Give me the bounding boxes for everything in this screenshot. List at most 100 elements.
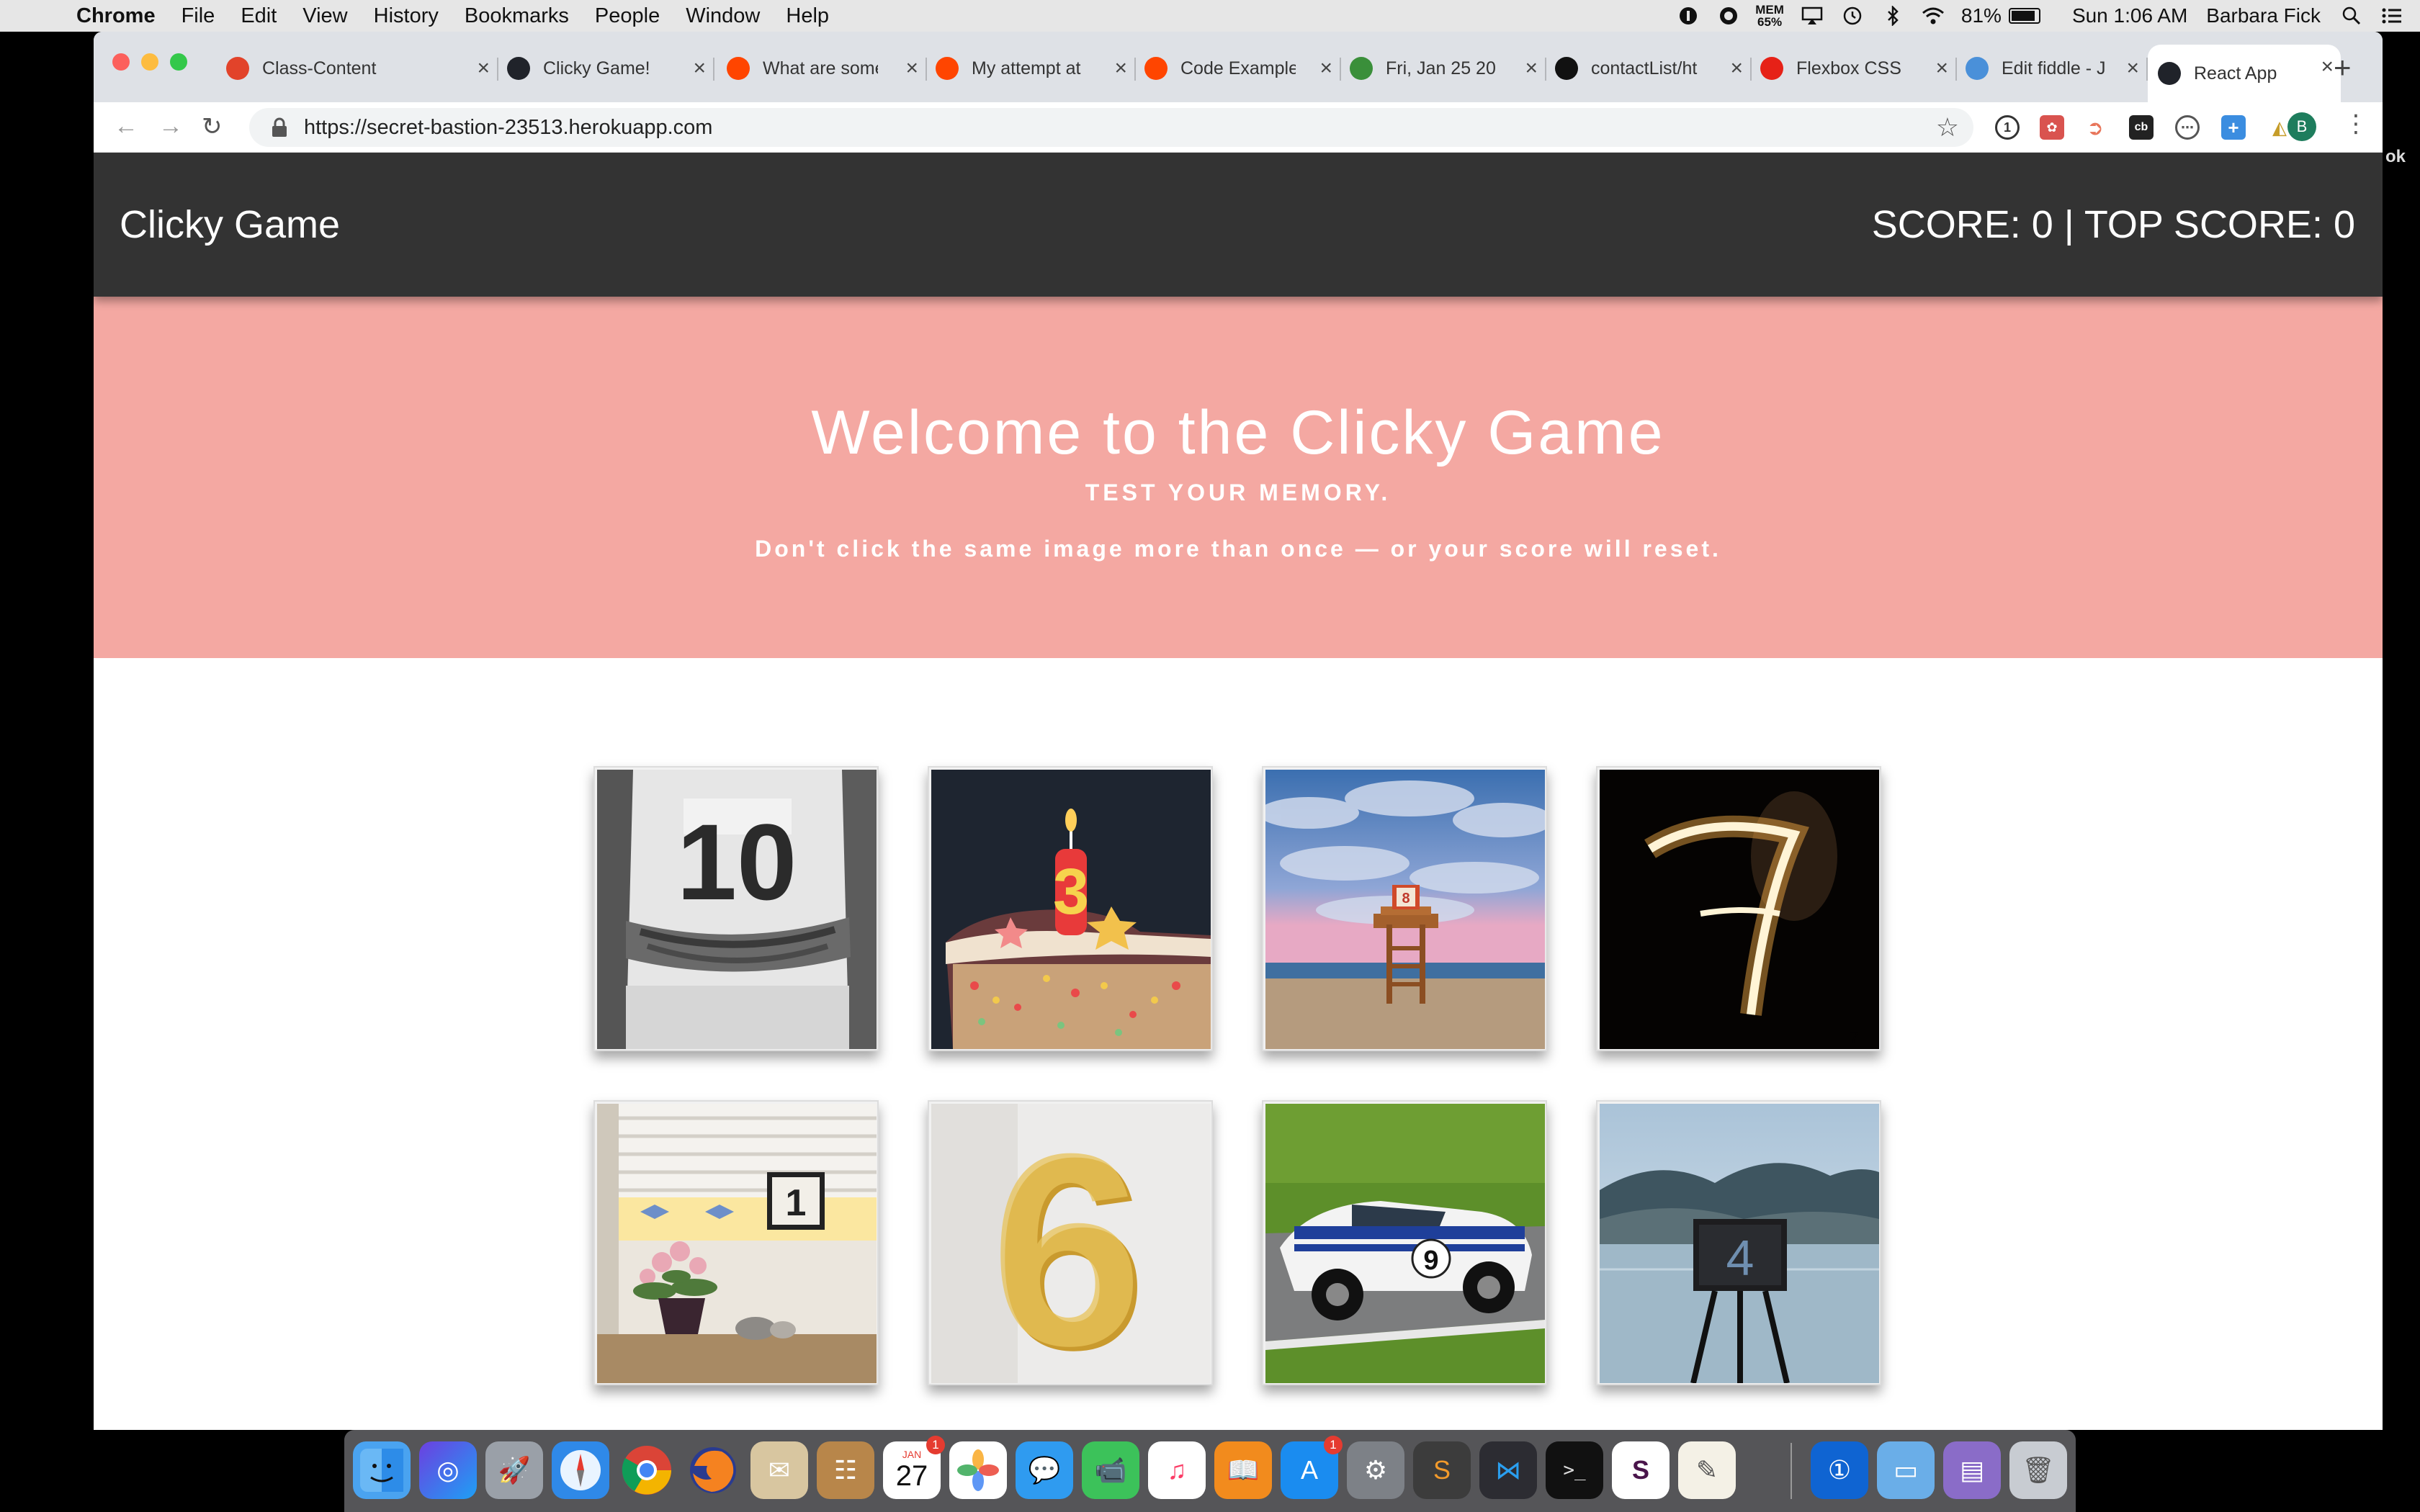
chrome-icon[interactable]: [618, 1441, 676, 1499]
memory-monitor[interactable]: MEM 65%: [1755, 4, 1784, 28]
close-tab-icon[interactable]: ×: [1525, 56, 1538, 81]
onepassword-status-icon[interactable]: [1676, 5, 1700, 27]
red-extension-icon[interactable]: ✿: [2040, 115, 2064, 140]
menu-file[interactable]: File: [182, 4, 215, 28]
menu-app-chrome[interactable]: Chrome: [76, 4, 156, 28]
cast-extension-icon[interactable]: ➲: [2083, 115, 2107, 140]
tab-8[interactable]: Flexbox CSS ×: [1750, 46, 1957, 91]
safari-compass-icon[interactable]: [552, 1441, 609, 1499]
tab-1[interactable]: Class-Content ×: [216, 46, 498, 91]
contacts-book-icon[interactable]: ☷: [817, 1441, 874, 1499]
close-tab-icon[interactable]: ×: [2321, 55, 2334, 79]
close-tab-icon[interactable]: ×: [1319, 56, 1332, 81]
photos-icon[interactable]: [949, 1441, 1007, 1499]
battery-icon[interactable]: [2008, 8, 2040, 24]
menu-window[interactable]: Window: [686, 4, 760, 28]
close-tab-icon[interactable]: ×: [1114, 56, 1127, 81]
launchpad-rocket-icon[interactable]: 🚀: [485, 1441, 543, 1499]
time-machine-icon[interactable]: [1840, 5, 1865, 27]
tab-3[interactable]: What are some ×: [717, 46, 927, 91]
facetime-icon[interactable]: 📹: [1082, 1441, 1139, 1499]
battery-percentage[interactable]: 81%: [1961, 4, 2002, 27]
zoom-window-button[interactable]: [170, 53, 187, 71]
new-tab-button[interactable]: +: [2334, 50, 2352, 85]
cb-extension-icon[interactable]: cb: [2129, 115, 2154, 140]
system-preferences-gear-icon[interactable]: ⚙: [1347, 1441, 1404, 1499]
downloads-stack-icon[interactable]: ▤: [1943, 1441, 2001, 1499]
onepassword-icon[interactable]: ①: [1811, 1441, 1868, 1499]
plus-extension-icon[interactable]: +: [2221, 115, 2246, 140]
vscode-icon[interactable]: ⋈: [1479, 1441, 1537, 1499]
menu-view[interactable]: View: [302, 4, 347, 28]
bluetooth-icon[interactable]: [1881, 5, 1905, 27]
books-icon[interactable]: 📖: [1214, 1441, 1272, 1499]
menu-help[interactable]: Help: [786, 4, 829, 28]
firefox-icon[interactable]: [684, 1441, 742, 1499]
messages-icon[interactable]: 💬: [1016, 1441, 1073, 1499]
siri-icon[interactable]: ◎: [419, 1441, 477, 1499]
terminal-icon[interactable]: >_: [1546, 1441, 1603, 1499]
jersey-10-image: 10: [597, 770, 877, 1049]
card-racecar-9[interactable]: 9: [1262, 1100, 1547, 1385]
close-tab-icon[interactable]: ×: [693, 56, 706, 81]
tab-4[interactable]: My attempt at ×: [926, 46, 1136, 91]
macos-menu-bar: Chrome File Edit View History Bookmarks …: [0, 0, 2420, 32]
sublime-text-icon[interactable]: S: [1413, 1441, 1471, 1499]
user-name[interactable]: Barbara Fick: [2206, 4, 2321, 27]
calendar-badge: 1: [926, 1436, 945, 1454]
reload-icon[interactable]: ↻: [202, 112, 223, 141]
spotlight-search-icon[interactable]: [2339, 5, 2364, 27]
app-store-icon[interactable]: A1: [1281, 1436, 1343, 1499]
url-text[interactable]: https://secret-bastion-23513.herokuapp.c…: [304, 116, 712, 140]
close-window-button[interactable]: [112, 53, 130, 71]
bookmark-star-icon[interactable]: ☆: [1936, 112, 1959, 143]
mail-stamp-icon[interactable]: ✉: [750, 1441, 808, 1499]
close-tab-icon[interactable]: ×: [477, 56, 490, 81]
chrome-menu-icon[interactable]: ⋮: [2344, 109, 2368, 138]
airplay-icon[interactable]: [1800, 5, 1824, 27]
focus-status-icon[interactable]: [1716, 5, 1741, 27]
tab-2[interactable]: Clicky Game! ×: [497, 46, 714, 91]
tab-10[interactable]: React App ×: [2148, 45, 2341, 102]
trash-icon[interactable]: 🗑: [2009, 1441, 2067, 1499]
minimize-window-button[interactable]: [141, 53, 158, 71]
notification-center-icon[interactable]: [2380, 5, 2404, 27]
onepassword-extension-icon[interactable]: 1: [1995, 115, 2020, 140]
clock[interactable]: Sun 1:06 AM: [2072, 4, 2187, 27]
card-lifeguard-8[interactable]: 8: [1262, 766, 1547, 1051]
card-lake-4[interactable]: 4: [1596, 1100, 1881, 1385]
app-store-badge: 1: [1324, 1436, 1343, 1454]
card-jersey-10[interactable]: 10: [593, 766, 879, 1051]
textedit-icon[interactable]: ✎: [1678, 1441, 1736, 1499]
applications-folder-icon[interactable]: ▭: [1877, 1441, 1935, 1499]
card-sparkler-7[interactable]: 7: [1596, 766, 1881, 1051]
menu-people[interactable]: People: [595, 4, 660, 28]
card-window-1[interactable]: 1: [593, 1100, 879, 1385]
menu-bookmarks[interactable]: Bookmarks: [465, 4, 569, 28]
tab-9[interactable]: Edit fiddle - J ×: [1955, 46, 2148, 91]
close-tab-icon[interactable]: ×: [1935, 56, 1948, 81]
back-arrow-icon[interactable]: ←: [114, 112, 138, 140]
hero-title: Welcome to the Clicky Game: [811, 398, 1665, 467]
calendar-month: JAN: [902, 1449, 922, 1460]
close-tab-icon[interactable]: ×: [905, 56, 918, 81]
profile-avatar[interactable]: B: [2287, 112, 2316, 141]
card-cake-3[interactable]: 3: [928, 766, 1213, 1051]
wifi-icon[interactable]: [1921, 5, 1945, 27]
close-tab-icon[interactable]: ×: [2126, 56, 2139, 81]
calendar-icon[interactable]: JAN 27 1: [883, 1436, 945, 1499]
tab-6[interactable]: Fri, Jan 25 20 ×: [1340, 46, 1546, 91]
menu-history[interactable]: History: [374, 4, 439, 28]
brand-title[interactable]: Clicky Game: [120, 202, 340, 247]
close-tab-icon[interactable]: ×: [1730, 56, 1743, 81]
address-bar[interactable]: https://secret-bastion-23513.herokuapp.c…: [249, 108, 1973, 147]
card-balloon-6[interactable]: 6 6: [928, 1100, 1213, 1385]
tab-5[interactable]: Code Example ×: [1134, 46, 1341, 91]
forward-arrow-icon[interactable]: →: [158, 112, 183, 140]
finder-icon[interactable]: [353, 1441, 411, 1499]
slack-icon[interactable]: S: [1612, 1441, 1670, 1499]
menu-edit[interactable]: Edit: [241, 4, 277, 28]
code-extension-icon[interactable]: ⋯: [2175, 115, 2200, 140]
itunes-icon[interactable]: ♫: [1148, 1441, 1206, 1499]
tab-7[interactable]: contactList/ht ×: [1545, 46, 1752, 91]
